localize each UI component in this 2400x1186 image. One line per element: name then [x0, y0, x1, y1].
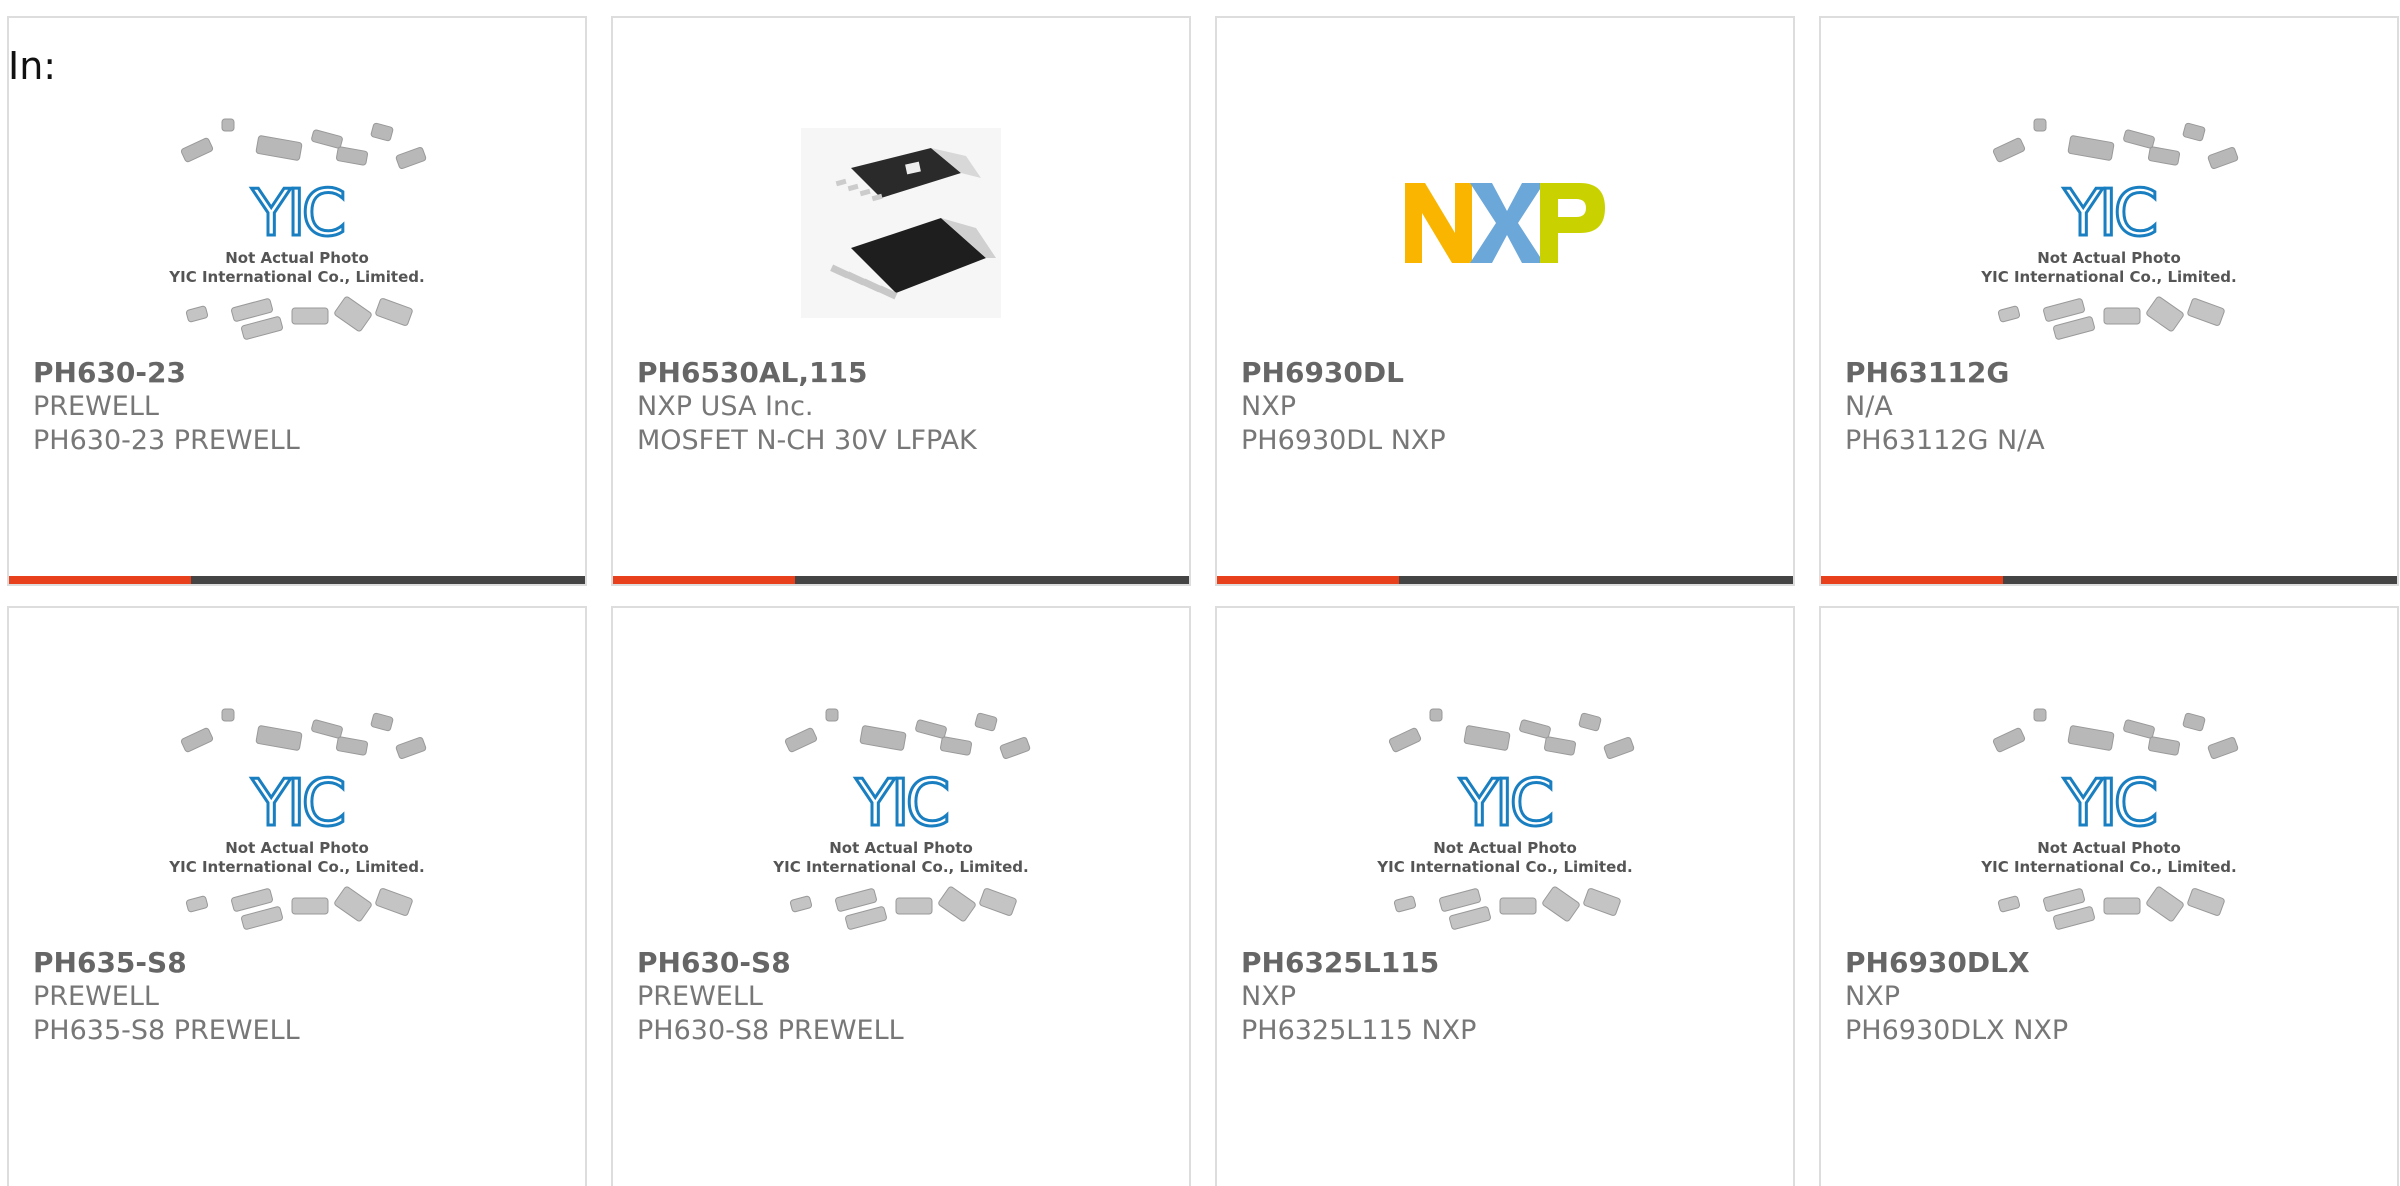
- svg-text:Not Actual Photo: Not Actual Photo: [225, 249, 369, 267]
- product-info: PH630-S8 PREWELL PH630-S8 PREWELL: [637, 946, 1169, 1048]
- part-number-link[interactable]: PH635-S8: [33, 946, 565, 980]
- svg-text:YIC: YIC: [1459, 767, 1552, 841]
- svg-text:YIC International Co., Limited: YIC International Co., Limited.: [1980, 858, 2236, 876]
- svg-text:YIC International Co., Limited: YIC International Co., Limited.: [168, 858, 424, 876]
- card-footer-bar: [9, 576, 585, 584]
- product-image[interactable]: YIC Not Actual Photo YIC International Co.…: [1217, 668, 1793, 958]
- manufacturer: NXP: [1241, 391, 1296, 422]
- search-prefix-label: In:: [8, 44, 57, 88]
- svg-text:YIC: YIC: [2063, 177, 2156, 251]
- nxp-logo-icon: [1405, 183, 1605, 263]
- product-info: PH6930DLX NXP PH6930DLX NXP: [1845, 946, 2377, 1048]
- product-image[interactable]: YIC Not Actual Photo YIC International Co.…: [9, 668, 585, 958]
- lfpak-chip-photo-icon: [801, 128, 1001, 318]
- product-card[interactable]: YIC Not Actual Photo YIC International Co.…: [7, 606, 587, 1186]
- product-grid: YIC Not Actual Photo YIC International Co.…: [7, 16, 2399, 1186]
- product-image[interactable]: [1217, 78, 1793, 368]
- manufacturer: N/A: [1845, 391, 1893, 422]
- part-number-link[interactable]: PH6930DLX: [1845, 946, 2377, 980]
- part-number-link[interactable]: PH6930DL: [1241, 356, 1773, 390]
- svg-text:YIC International Co., Limited: YIC International Co., Limited.: [1376, 858, 1632, 876]
- description: PH6930DLX NXP: [1845, 1015, 2069, 1046]
- card-footer-bar: [1821, 576, 2397, 584]
- svg-text:YIC: YIC: [2063, 767, 2156, 841]
- description: PH6325L115 NXP: [1241, 1015, 1477, 1046]
- yic-placeholder-icon: YICNot Actual PhotoYIC International Co.…: [168, 708, 427, 930]
- product-card[interactable]: YIC Not Actual Photo YIC International Co.…: [1819, 606, 2399, 1186]
- svg-text:Not Actual Photo: Not Actual Photo: [829, 839, 973, 857]
- card-footer-bar: [613, 576, 1189, 584]
- svg-text:YIC International Co., Limited: YIC International Co., Limited.: [772, 858, 1028, 876]
- description: PH635-S8 PREWELL: [33, 1015, 300, 1046]
- product-image[interactable]: YIC Not Actual Photo YIC International Co.…: [9, 78, 585, 368]
- description: PH630-S8 PREWELL: [637, 1015, 904, 1046]
- product-card[interactable]: PH6930DL NXP PH6930DL NXP: [1215, 16, 1795, 586]
- card-accent-bar: [1821, 576, 2003, 584]
- card-accent-bar: [1217, 576, 1399, 584]
- product-card[interactable]: YIC Not Actual Photo YIC International Co.…: [1819, 16, 2399, 586]
- yic-placeholder-icon: YICNot Actual PhotoYIC International Co.…: [1376, 708, 1635, 930]
- product-card[interactable]: YIC Not Actual Photo YIC International Co.…: [611, 606, 1191, 1186]
- description: PH63112G N/A: [1845, 425, 2045, 456]
- card-footer-bar: [1217, 576, 1793, 584]
- product-card[interactable]: PH6530AL,115 NXP USA Inc. MOSFET N-CH 30…: [611, 16, 1191, 586]
- svg-text:Not Actual Photo: Not Actual Photo: [2037, 249, 2181, 267]
- yic-placeholder-icon: YICNot Actual PhotoYIC International Co.…: [168, 118, 427, 340]
- yic-placeholder-icon: YICNot Actual PhotoYIC International Co.…: [772, 708, 1031, 930]
- svg-text:Not Actual Photo: Not Actual Photo: [225, 839, 369, 857]
- product-info: PH6325L115 NXP PH6325L115 NXP: [1241, 946, 1773, 1048]
- manufacturer: NXP USA Inc.: [637, 391, 814, 422]
- svg-text:YIC International Co., Limited: YIC International Co., Limited.: [168, 268, 424, 286]
- manufacturer: PREWELL: [33, 981, 159, 1012]
- description: PH6930DL NXP: [1241, 425, 1446, 456]
- part-number-link[interactable]: PH63112G: [1845, 356, 2377, 390]
- manufacturer: PREWELL: [637, 981, 763, 1012]
- svg-text:YIC: YIC: [251, 767, 344, 841]
- part-number-link[interactable]: PH630-S8: [637, 946, 1169, 980]
- product-card[interactable]: YIC Not Actual Photo YIC International Co.…: [7, 16, 587, 586]
- yic-placeholder-icon: YICNot Actual PhotoYIC International Co.…: [1980, 708, 2239, 930]
- product-info: PH63112G N/A PH63112G N/A: [1845, 356, 2377, 458]
- svg-text:Not Actual Photo: Not Actual Photo: [2037, 839, 2181, 857]
- product-image[interactable]: [613, 78, 1189, 368]
- manufacturer: PREWELL: [33, 391, 159, 422]
- svg-text:YIC: YIC: [251, 177, 344, 251]
- manufacturer: NXP: [1241, 981, 1296, 1012]
- svg-text:YIC International Co., Limited: YIC International Co., Limited.: [1980, 268, 2236, 286]
- description: MOSFET N-CH 30V LFPAK: [637, 425, 977, 456]
- part-number-link[interactable]: PH6530AL,115: [637, 356, 1169, 390]
- description: PH630-23 PREWELL: [33, 425, 300, 456]
- card-accent-bar: [613, 576, 795, 584]
- manufacturer: NXP: [1845, 981, 1900, 1012]
- product-info: PH630-23 PREWELL PH630-23 PREWELL: [33, 356, 565, 458]
- product-image[interactable]: YIC Not Actual Photo YIC International Co.…: [1821, 668, 2397, 958]
- product-info: PH6530AL,115 NXP USA Inc. MOSFET N-CH 30…: [637, 356, 1169, 458]
- product-info: PH6930DL NXP PH6930DL NXP: [1241, 356, 1773, 458]
- svg-text:Not Actual Photo: Not Actual Photo: [1433, 839, 1577, 857]
- card-accent-bar: [9, 576, 191, 584]
- product-image[interactable]: YIC Not Actual Photo YIC International Co.…: [1821, 78, 2397, 368]
- part-number-link[interactable]: PH6325L115: [1241, 946, 1773, 980]
- product-card[interactable]: YIC Not Actual Photo YIC International Co.…: [1215, 606, 1795, 1186]
- part-number-link[interactable]: PH630-23: [33, 356, 565, 390]
- product-info: PH635-S8 PREWELL PH635-S8 PREWELL: [33, 946, 565, 1048]
- product-image[interactable]: YIC Not Actual Photo YIC International Co.…: [613, 668, 1189, 958]
- yic-placeholder-icon: YICNot Actual PhotoYIC International Co.…: [1980, 118, 2239, 340]
- svg-text:YIC: YIC: [855, 767, 948, 841]
